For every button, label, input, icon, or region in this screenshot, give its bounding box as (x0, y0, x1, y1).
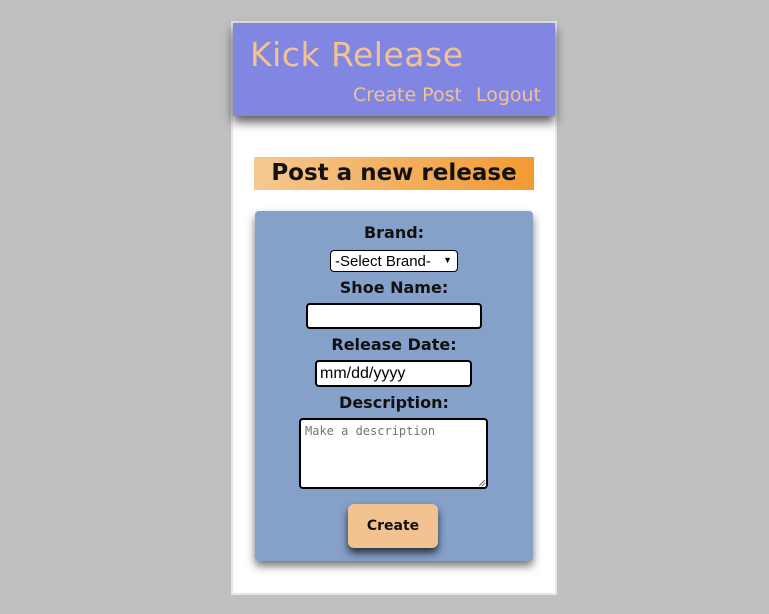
shoe-name-label: Shoe Name: (339, 278, 449, 297)
release-date-input[interactable]: mm/dd/yyyy (315, 360, 472, 387)
page-title: Post a new release (254, 157, 534, 190)
shoe-name-input[interactable] (306, 303, 482, 329)
description-label: Description: (339, 393, 449, 412)
nav-create-post-link[interactable]: Create Post (353, 84, 462, 106)
site-title: Kick Release (250, 35, 464, 74)
description-textarea[interactable] (299, 418, 488, 489)
new-release-form: Brand: -Select Brand- ▼ Shoe Name: Relea… (255, 211, 533, 561)
app-frame: Kick Release Create Post Logout Post a n… (231, 21, 557, 595)
resize-grip-icon[interactable] (479, 480, 485, 486)
brand-select-value: -Select Brand- (335, 253, 431, 270)
site-header: Kick Release Create Post Logout (233, 23, 555, 116)
create-button[interactable]: Create (348, 504, 438, 548)
release-date-label: Release Date: (331, 335, 457, 354)
main-nav: Create Post Logout (353, 84, 541, 106)
dropdown-arrow-icon: ▼ (443, 255, 452, 265)
brand-label: Brand: (363, 223, 425, 242)
nav-logout-link[interactable]: Logout (476, 84, 541, 106)
brand-select[interactable]: -Select Brand- ▼ (330, 250, 458, 272)
